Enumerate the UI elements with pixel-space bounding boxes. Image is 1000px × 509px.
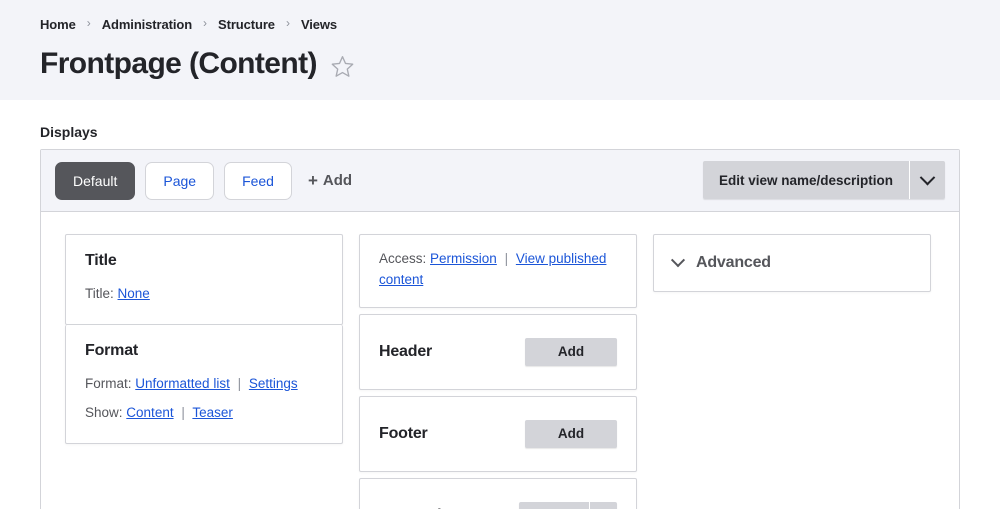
breadcrumb-item-administration[interactable]: Administration: [102, 17, 192, 32]
edit-view-dropbutton: Edit view name/description: [702, 161, 945, 199]
chevron-down-icon: [919, 169, 936, 185]
no-results-add-dropbutton: Add: [519, 501, 617, 509]
page-header: Home › Administration › Structure › View…: [0, 0, 1000, 100]
format-section: Format Format: Unformatted list | Settin…: [66, 325, 342, 443]
breadcrumb-item-views[interactable]: Views: [301, 17, 337, 32]
separator: |: [237, 375, 242, 391]
tab-default[interactable]: Default: [55, 161, 136, 200]
no-results-row: No results Add: [360, 479, 636, 509]
show-content-link[interactable]: Content: [126, 405, 173, 420]
access-label: Access:: [379, 251, 427, 266]
footer-block: Footer Add: [359, 395, 637, 472]
separator: |: [181, 404, 185, 420]
chevron-down-icon: [670, 253, 686, 268]
main-content: Displays Default Page Feed + Add Edit vi…: [0, 100, 1000, 509]
displays-toolbar: Default Page Feed + Add Edit view name/d…: [41, 150, 959, 212]
star-outline-icon[interactable]: [330, 54, 355, 79]
format-panel: Format Format: Unformatted list | Settin…: [65, 324, 343, 444]
access-row-item: Access: Permission | View published cont…: [379, 249, 617, 291]
title-row-item: Title: None: [85, 284, 323, 305]
no-results-dropdown-toggle[interactable]: [589, 501, 617, 509]
separator: |: [504, 251, 509, 266]
access-permission-link[interactable]: Permission: [430, 251, 497, 266]
title-section: Title Title: None: [66, 235, 342, 324]
header-row-title: Header: [379, 342, 433, 360]
breadcrumb-item-structure[interactable]: Structure: [218, 17, 275, 32]
footer-row-title: Footer: [379, 424, 428, 442]
header-add-button[interactable]: Add: [525, 337, 617, 366]
show-teaser-link[interactable]: Teaser: [192, 405, 233, 420]
advanced-label: Advanced: [696, 254, 771, 271]
format-settings-link[interactable]: Settings: [249, 376, 298, 391]
add-display-label: Add: [322, 172, 353, 189]
footer-add-button[interactable]: Add: [525, 419, 617, 448]
column-left: Title Title: None Format Format: Unforma…: [65, 234, 343, 444]
access-block: Access: Permission | View published cont…: [359, 234, 637, 308]
column-middle: Access: Permission | View published cont…: [359, 234, 637, 509]
column-right: Advanced: [653, 234, 931, 292]
format-value-link[interactable]: Unformatted list: [135, 376, 230, 391]
breadcrumb-separator-icon: ›: [203, 16, 208, 30]
format-row-item: Format: Unformatted list | Settings: [85, 374, 323, 395]
tab-feed[interactable]: Feed: [224, 161, 292, 200]
edit-view-dropdown-toggle[interactable]: [909, 161, 945, 199]
displays-label: Displays: [40, 124, 98, 140]
title-label: Title:: [85, 286, 114, 301]
footer-row: Footer Add: [360, 397, 636, 471]
show-row-item: Show: Content | Teaser: [85, 403, 323, 424]
breadcrumb-item-home[interactable]: Home: [40, 17, 76, 32]
add-display-button[interactable]: + Add: [308, 172, 352, 189]
title-value-link[interactable]: None: [118, 286, 150, 301]
page-title: Frontpage (Content): [40, 47, 317, 80]
edit-view-name-description-button[interactable]: Edit view name/description: [702, 161, 909, 199]
no-results-add-button[interactable]: Add: [519, 501, 589, 509]
view-edit-columns: Title Title: None Format Format: Unforma…: [41, 212, 959, 509]
title-row: Frontpage (Content): [40, 46, 960, 82]
header-row: Header Add: [360, 315, 636, 389]
plus-icon: +: [307, 171, 318, 190]
show-label: Show:: [85, 404, 123, 420]
breadcrumb-separator-icon: ›: [285, 16, 290, 30]
title-section-heading: Title: [85, 252, 117, 269]
display-tabs: Default Page Feed: [55, 161, 292, 200]
format-label: Format:: [85, 375, 132, 391]
header-block: Header Add: [359, 313, 637, 390]
view-edit-card: Default Page Feed + Add Edit view name/d…: [40, 149, 960, 509]
advanced-panel[interactable]: Advanced: [653, 234, 931, 292]
no-results-block: No results Add: [359, 477, 637, 509]
breadcrumb-separator-icon: ›: [86, 16, 91, 30]
title-panel: Title Title: None: [65, 234, 343, 325]
tab-page[interactable]: Page: [145, 161, 215, 200]
format-section-heading: Format: [85, 341, 139, 359]
breadcrumb: Home › Administration › Structure › View…: [40, 14, 960, 34]
